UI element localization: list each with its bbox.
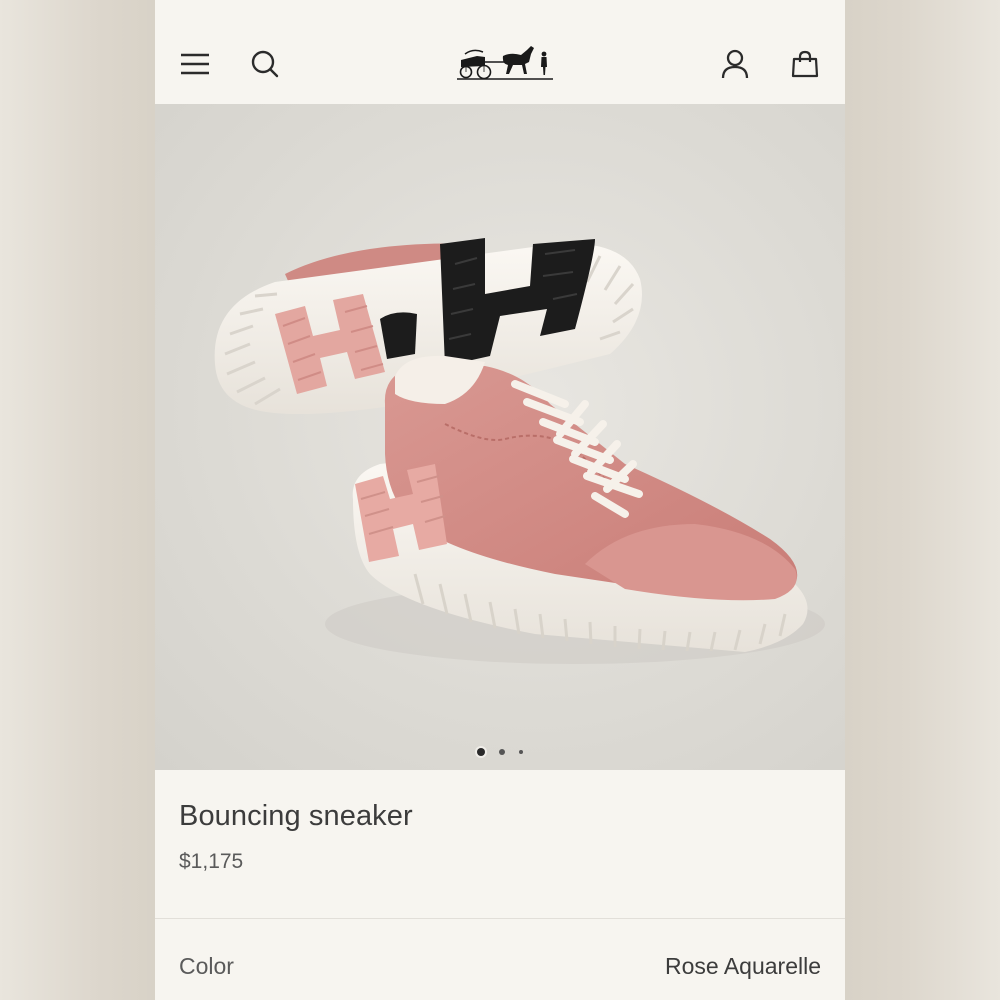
shopping-bag-button[interactable] [783,42,827,86]
color-value: Rose Aquarelle [665,952,821,979]
right-margin-background [845,0,1000,1000]
product-title: Bouncing sneaker [179,800,413,832]
color-selector-row[interactable]: Color Rose Aquarelle [179,950,821,982]
carriage-logo [457,46,553,80]
product-page: Bouncing sneaker $1,175 Color Rose Aquar… [155,0,845,1000]
search-icon [251,50,279,78]
menu-button[interactable] [173,42,217,86]
gallery-dot-3[interactable] [519,750,523,754]
gallery-dot-1[interactable] [477,748,485,756]
brand-logo[interactable] [455,40,555,84]
product-info: Bouncing sneaker $1,175 Color Rose Aquar… [155,770,845,1000]
left-margin-background [0,0,155,1000]
color-label: Color [179,952,234,979]
shopping-bag-icon [791,50,819,78]
user-account-icon [721,49,749,79]
gallery-dot-2[interactable] [499,749,505,755]
site-header [155,0,845,104]
product-price: $1,175 [179,850,244,873]
product-image [214,238,825,664]
divider [155,918,845,919]
account-button[interactable] [713,42,757,86]
search-button[interactable] [243,42,287,86]
gallery-pagination [155,748,845,756]
product-image-gallery[interactable] [155,104,845,770]
hamburger-menu-icon [181,53,209,75]
